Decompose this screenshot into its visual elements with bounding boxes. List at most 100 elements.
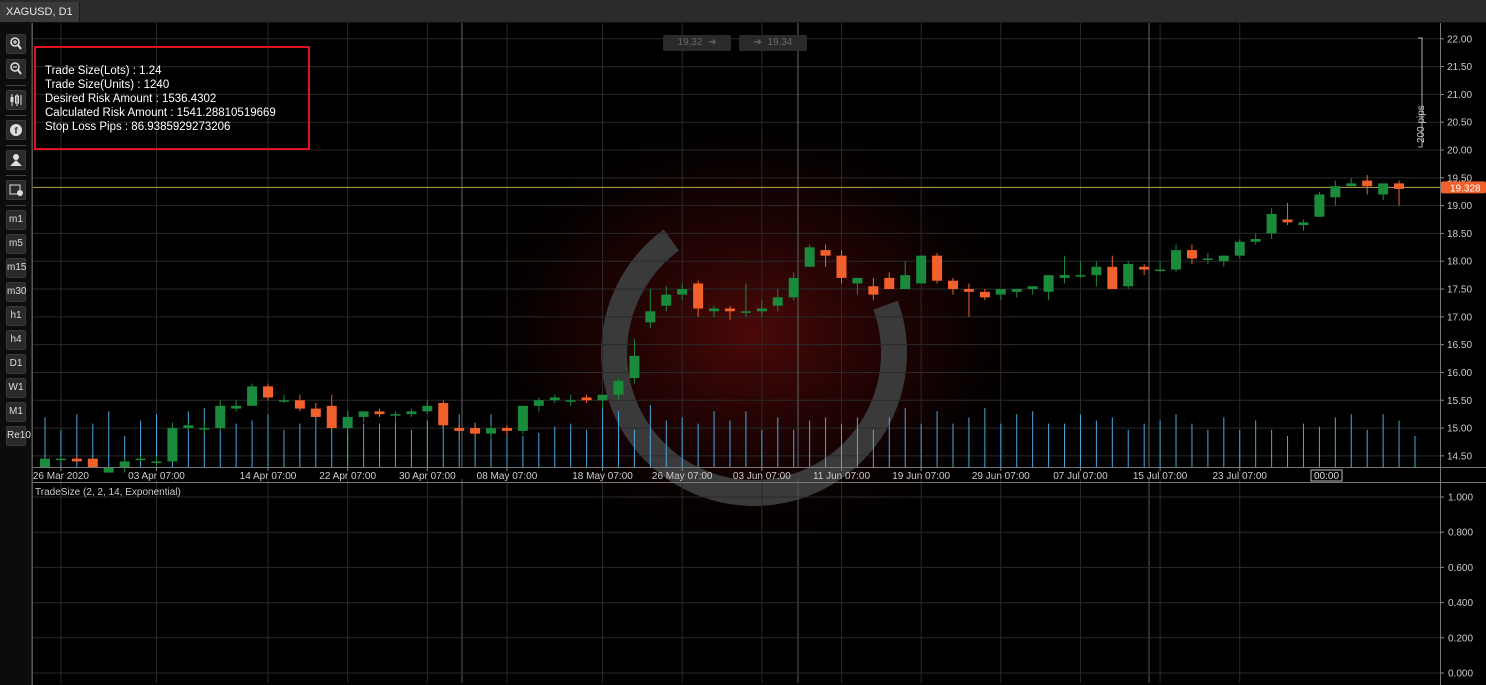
- time-tick-label: 07 Jul 07:00: [1053, 471, 1108, 482]
- candle-body: [693, 283, 704, 309]
- candle-body: [1123, 264, 1134, 287]
- time-tick-label: 19 Jun 07:00: [892, 471, 950, 482]
- indicator-tick-label: 0.600: [1448, 563, 1473, 574]
- price-tick-label: 14.50: [1447, 451, 1472, 462]
- candle-body: [1362, 180, 1373, 187]
- tab-bar: XAGUSD, D1: [0, 0, 1486, 23]
- timeframe-w1-button[interactable]: W1: [6, 378, 26, 398]
- price-tick-label: 20.00: [1447, 146, 1472, 157]
- toolbar-divider: [6, 145, 26, 146]
- indicator-tick-label: 1.000: [1448, 493, 1473, 504]
- candle-body: [1171, 250, 1182, 270]
- indicator-tick-label: 0.400: [1448, 598, 1473, 609]
- candle-body: [501, 428, 512, 431]
- candle-body: [1107, 266, 1118, 290]
- candle-body: [709, 308, 720, 312]
- candle-body: [1218, 255, 1229, 262]
- toolbar-divider: [6, 175, 26, 176]
- candle-body: [1091, 266, 1102, 276]
- candle-body: [199, 428, 210, 430]
- info-desired-risk: Desired Risk Amount : 1536.4302: [45, 93, 217, 105]
- candle-body: [549, 397, 560, 401]
- candle-body: [1139, 266, 1150, 270]
- candle-body: [87, 458, 98, 467]
- price-tick-label: 17.00: [1447, 312, 1472, 323]
- timeframe-m5-button[interactable]: m5: [6, 234, 26, 254]
- timeframe-m1-button[interactable]: m1: [6, 210, 26, 230]
- info-trade-size-units: Trade Size(Units) : 1240: [45, 79, 170, 91]
- candle-body: [1186, 250, 1197, 259]
- timeframe-m30-button[interactable]: m30: [6, 282, 26, 302]
- chart-type-icon[interactable]: [6, 90, 26, 110]
- candle-body: [470, 428, 481, 434]
- time-tick-label: 26 Mar 2020: [33, 471, 90, 482]
- candle-body: [422, 405, 433, 412]
- time-tick-label: 30 Apr 07:00: [399, 471, 456, 482]
- candle-body: [979, 291, 990, 298]
- price-tick-label: 16.00: [1447, 368, 1472, 379]
- nav-prev-button[interactable]: 19.32 ➜: [663, 35, 731, 51]
- timeframe-d1-button[interactable]: D1: [6, 354, 26, 374]
- candle-body: [597, 394, 608, 401]
- candle-body: [724, 308, 735, 312]
- indicator-title: TradeSize (2, 2, 14, Exponential): [35, 487, 181, 498]
- left-toolbar: f m1 m5 m15 m30 h1 h4 D1 W1 M1 Re10: [0, 23, 32, 685]
- candle-body: [1155, 269, 1166, 272]
- candle-body: [772, 297, 783, 306]
- candle-body: [71, 458, 82, 462]
- toolbar-divider: [6, 115, 26, 116]
- candle-body: [294, 400, 305, 409]
- candle-body: [454, 428, 465, 431]
- candle-body: [55, 458, 66, 461]
- chart-tab[interactable]: XAGUSD, D1: [0, 2, 80, 22]
- candle-body: [278, 400, 289, 402]
- candle-body: [868, 286, 879, 295]
- zoom-out-icon[interactable]: [6, 59, 26, 79]
- candle-body: [167, 428, 178, 462]
- candle-body: [231, 405, 242, 409]
- toolbar-divider: [6, 205, 26, 206]
- time-tick-label: 15 Jul 07:00: [1133, 471, 1188, 482]
- candle-body: [1378, 183, 1389, 195]
- timeframe-m15-button[interactable]: m15: [6, 258, 26, 278]
- nav-next-button[interactable]: ➜ 19.34: [739, 35, 807, 51]
- candle-body: [486, 428, 497, 434]
- object-manager-icon[interactable]: f: [6, 120, 26, 140]
- candle-body: [565, 400, 576, 402]
- candle-body: [1059, 275, 1070, 278]
- candle-body: [151, 461, 162, 463]
- candle-body: [1075, 275, 1086, 277]
- price-tick-label: 21.00: [1447, 90, 1472, 101]
- candle-body: [1314, 194, 1325, 217]
- candle-body: [613, 380, 624, 395]
- time-tick-label: 03 Apr 07:00: [128, 471, 185, 482]
- time-tick-label: 03 Jun 07:00: [733, 471, 791, 482]
- timeframe-mn1-button[interactable]: M1: [6, 402, 26, 422]
- candle-body: [247, 386, 258, 406]
- candle-body: [804, 247, 815, 267]
- candle-body: [1266, 213, 1277, 234]
- time-tick-label: 11 Jun 07:00: [813, 471, 871, 482]
- settings-icon[interactable]: [6, 180, 26, 200]
- candle-body: [517, 405, 528, 431]
- candle-body: [1202, 258, 1213, 260]
- candle-body: [963, 289, 974, 292]
- zoom-in-icon[interactable]: [6, 34, 26, 54]
- candle-body: [438, 403, 449, 426]
- candle-body: [1330, 186, 1341, 198]
- timeframe-h4-button[interactable]: h4: [6, 330, 26, 350]
- candle-body: [119, 461, 130, 467]
- candle-body: [677, 289, 688, 295]
- cursor-time-label: 00:00: [1314, 471, 1339, 482]
- candle-body: [1346, 183, 1357, 187]
- candle-body: [756, 308, 767, 312]
- candle-body: [533, 400, 544, 406]
- timeframe-h1-button[interactable]: h1: [6, 306, 26, 326]
- time-tick-label: 08 May 07:00: [477, 471, 538, 482]
- candle-body: [645, 311, 656, 323]
- candle-body: [932, 255, 943, 281]
- drawing-tools-icon[interactable]: [6, 150, 26, 170]
- price-tick-label: 22.00: [1447, 34, 1472, 45]
- timeframe-renko-button[interactable]: Re10: [6, 426, 31, 446]
- toolbar-divider: [6, 85, 26, 86]
